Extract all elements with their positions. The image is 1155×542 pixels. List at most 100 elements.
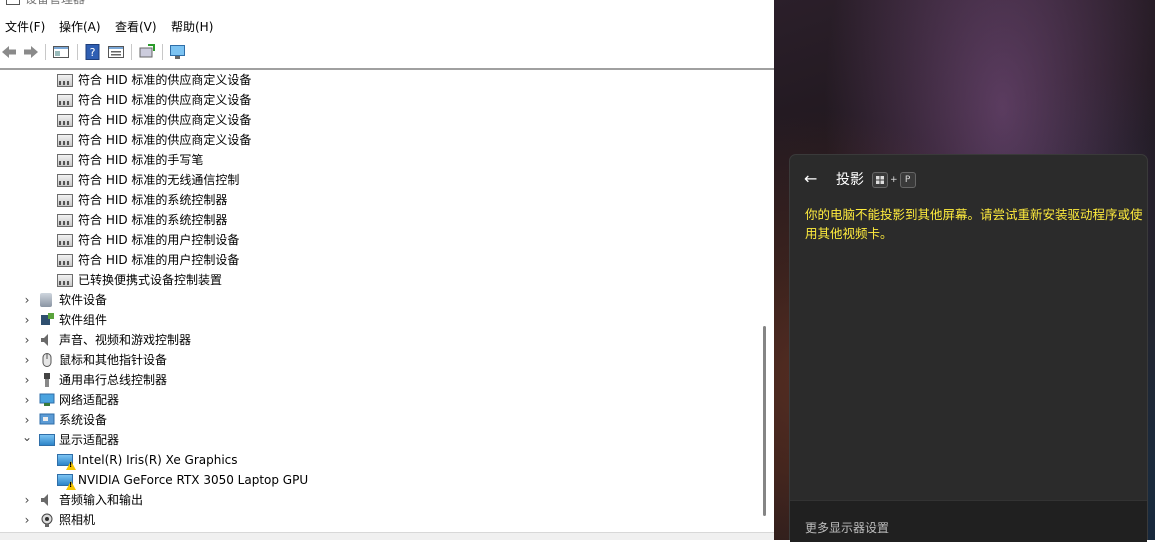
tree-item-intel-gpu[interactable]: Intel(R) Iris(R) Xe Graphics	[0, 450, 756, 470]
warning-icon	[66, 481, 76, 490]
tree-item-hid-device[interactable]: 符合 HID 标准的用户控制设备	[0, 230, 756, 250]
display-adapter-icon	[57, 454, 76, 470]
tree-item-label: 已转换便携式设备控制装置	[78, 273, 223, 287]
tree-item-hid-device[interactable]: 符合 HID 标准的供应商定义设备	[0, 130, 756, 150]
tree-item-label: NVIDIA GeForce RTX 3050 Laptop GPU	[78, 473, 309, 487]
menu-action[interactable]: 操作(A)	[59, 16, 101, 38]
tree-item-hid-pen[interactable]: 符合 HID 标准的手写笔	[0, 150, 756, 170]
hid-device-icon	[57, 94, 73, 107]
hid-device-icon	[57, 74, 73, 87]
display-adapter-icon	[57, 474, 76, 490]
help-icon[interactable]: ?	[84, 43, 102, 61]
more-display-settings-link[interactable]: 更多显示器设置	[805, 519, 889, 536]
hid-device-icon	[57, 114, 73, 127]
forward-arrow-icon[interactable]	[22, 43, 40, 61]
software-component-icon	[41, 313, 54, 325]
vertical-scrollbar[interactable]	[756, 70, 774, 532]
shortcut-hint: + P	[872, 172, 916, 188]
tree-category-display-adapters[interactable]: ⌄ 显示适配器	[0, 430, 756, 450]
menu-bar: 文件(F) 操作(A) 查看(V) 帮助(H)	[0, 16, 774, 38]
device-manager-window: 设备管理器 — ☐ ✕ 文件(F) 操作(A) 查看(V) 帮助(H) ?	[0, 0, 774, 540]
tree-item-nvidia-gpu[interactable]: NVIDIA GeForce RTX 3050 Laptop GPU	[0, 470, 756, 490]
chevron-right-icon[interactable]: ›	[21, 310, 33, 330]
hid-pen-icon	[57, 154, 73, 167]
key-plus: +	[890, 175, 898, 185]
tree-item-label: 照相机	[59, 513, 96, 527]
tree-item-label: 软件设备	[59, 293, 108, 307]
toolbar: ?	[0, 39, 774, 65]
tree-item-hid-device[interactable]: 符合 HID 标准的系统控制器	[0, 190, 756, 210]
tree-category-usb[interactable]: › 通用串行总线控制器	[0, 370, 756, 390]
chevron-right-icon[interactable]: ›	[21, 490, 33, 510]
tree-item-label: 系统设备	[59, 413, 108, 427]
menu-file[interactable]: 文件(F)	[5, 16, 45, 38]
status-bar	[0, 532, 774, 540]
tree-category-audio-io[interactable]: › 音频输入和输出	[0, 490, 756, 510]
properties-panel-icon[interactable]	[52, 43, 70, 61]
tree-item-hid-device[interactable]: 已转换便携式设备控制装置	[0, 270, 756, 290]
tree-item-hid-device[interactable]: 符合 HID 标准的系统控制器	[0, 210, 756, 230]
maximize-button[interactable]: ☐	[684, 0, 730, 8]
tree-item-label: 符合 HID 标准的系统控制器	[78, 213, 228, 227]
network-icon	[39, 393, 55, 406]
chevron-right-icon[interactable]: ›	[21, 390, 33, 410]
menu-view[interactable]: 查看(V)	[115, 16, 157, 38]
device-tree[interactable]: 符合 HID 标准的供应商定义设备 符合 HID 标准的供应商定义设备 符合 H…	[0, 70, 756, 532]
title-bar: 设备管理器 — ☐ ✕	[0, 0, 774, 10]
hid-device-icon	[57, 174, 73, 187]
tree-item-label: 符合 HID 标准的手写笔	[78, 153, 204, 167]
camera-icon	[41, 513, 53, 527]
chevron-right-icon[interactable]: ›	[21, 290, 33, 310]
tree-category-system-devices[interactable]: › 系统设备	[0, 410, 756, 430]
flyout-title: 投影	[836, 172, 864, 188]
tree-item-label: Intel(R) Iris(R) Xe Graphics	[78, 453, 238, 467]
tree-category-software-devices[interactable]: › 软件设备	[0, 290, 756, 310]
tree-category-sound[interactable]: › 声音、视频和游戏控制器	[0, 330, 756, 350]
project-flyout: ← 投影 + P 你的电脑不能投影到其他屏幕。请尝试重新安装驱动程序或使用其他视…	[789, 154, 1148, 542]
menu-help[interactable]: 帮助(H)	[171, 16, 213, 38]
tree-item-label: 符合 HID 标准的用户控制设备	[78, 233, 240, 247]
tree-item-hid-device[interactable]: 符合 HID 标准的无线通信控制	[0, 170, 756, 190]
tree-item-label: 通用串行总线控制器	[59, 373, 168, 387]
warning-icon	[66, 461, 76, 470]
tree-category-camera[interactable]: › 照相机	[0, 510, 756, 530]
tree-item-label: 显示适配器	[59, 433, 120, 447]
chevron-right-icon[interactable]: ›	[21, 350, 33, 370]
tree-item-label: 符合 HID 标准的系统控制器	[78, 193, 228, 207]
device-manager-app-icon	[6, 0, 20, 5]
chevron-right-icon[interactable]: ›	[21, 510, 33, 530]
tree-item-hid-device[interactable]: 符合 HID 标准的用户控制设备	[0, 250, 756, 270]
back-arrow-icon[interactable]: ←	[804, 169, 817, 189]
chevron-right-icon[interactable]: ›	[21, 370, 33, 390]
tree-category-network[interactable]: › 网络适配器	[0, 390, 756, 410]
hid-device-icon	[57, 254, 73, 267]
hid-device-icon	[57, 234, 73, 247]
tree-item-hid-device[interactable]: 符合 HID 标准的供应商定义设备	[0, 70, 756, 90]
scan-hardware-icon[interactable]	[169, 43, 187, 61]
tree-item-label: 符合 HID 标准的用户控制设备	[78, 253, 240, 267]
close-button[interactable]: ✕	[728, 0, 774, 8]
tree-item-hid-device[interactable]: 符合 HID 标准的供应商定义设备	[0, 90, 756, 110]
tree-category-mouse[interactable]: › 鼠标和其他指针设备	[0, 350, 756, 370]
svg-text:?: ?	[90, 46, 96, 59]
p-key: P	[899, 172, 916, 188]
tree-item-label: 符合 HID 标准的供应商定义设备	[78, 73, 252, 87]
tree-item-label: 符合 HID 标准的供应商定义设备	[78, 133, 252, 147]
tree-item-label: 符合 HID 标准的供应商定义设备	[78, 93, 252, 107]
chevron-down-icon[interactable]: ⌄	[21, 427, 33, 447]
tree-category-software-components[interactable]: › 软件组件	[0, 310, 756, 330]
hid-device-icon	[57, 194, 73, 207]
windows-key-icon	[872, 172, 888, 188]
tree-item-label: 符合 HID 标准的供应商定义设备	[78, 113, 252, 127]
chevron-right-icon[interactable]: ›	[21, 330, 33, 350]
back-arrow-icon[interactable]	[0, 43, 18, 61]
tree-item-label: 鼠标和其他指针设备	[59, 353, 168, 367]
error-message: 你的电脑不能投影到其他屏幕。请尝试重新安装驱动程序或使用其他视频卡。	[805, 207, 1143, 241]
tree-item-label: 软件组件	[59, 313, 108, 327]
tree-item-label: 网络适配器	[59, 393, 120, 407]
update-driver-icon[interactable]	[138, 43, 156, 61]
list-view-icon[interactable]	[107, 43, 125, 61]
minimize-button[interactable]: —	[638, 0, 684, 8]
scrollbar-thumb[interactable]	[763, 326, 766, 516]
tree-item-hid-device[interactable]: 符合 HID 标准的供应商定义设备	[0, 110, 756, 130]
